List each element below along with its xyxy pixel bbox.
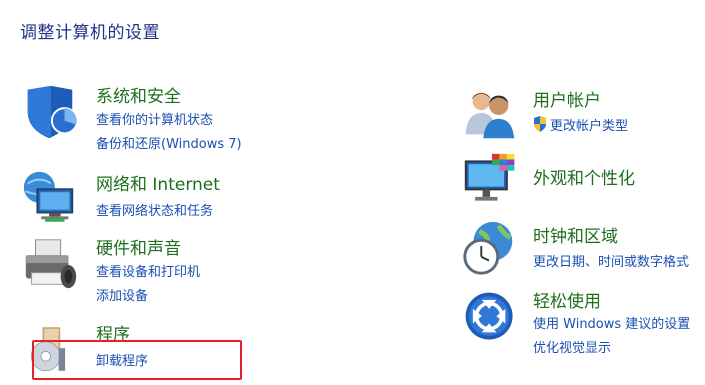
link-backup-restore[interactable]: 备份和还原(Windows 7): [96, 133, 242, 152]
category-title-ease-of-access[interactable]: 轻松使用: [533, 287, 601, 312]
highlight-box: [32, 340, 242, 380]
category-title-system-security[interactable]: 系统和安全: [96, 82, 181, 107]
category-hardware-sound: 硬件和声音 查看设备和打印机 添加设备: [20, 232, 270, 304]
category-title-user-accounts[interactable]: 用户帐户: [533, 86, 601, 111]
link-change-account-type[interactable]: 更改帐户类型: [533, 115, 628, 134]
security-shield-icon: [27, 85, 79, 139]
ease-of-access-icon: [465, 292, 513, 340]
printer-icon: [25, 239, 77, 289]
category-title-hardware[interactable]: 硬件和声音: [96, 234, 181, 259]
link-view-computer-status[interactable]: 查看你的计算机状态: [96, 109, 213, 128]
category-clock-region: 时钟和区域 更改日期、时间或数字格式: [460, 218, 705, 280]
link-view-network-status[interactable]: 查看网络状态和任务: [96, 200, 213, 219]
clock-globe-icon: [463, 221, 513, 275]
category-title-appearance[interactable]: 外观和个性化: [533, 164, 635, 189]
category-appearance: 外观和个性化: [460, 150, 705, 212]
link-view-devices-printers[interactable]: 查看设备和打印机: [96, 261, 200, 280]
page-title: 调整计算机的设置: [20, 23, 160, 43]
category-title-network[interactable]: 网络和 Internet: [96, 170, 220, 195]
category-title-clock-region[interactable]: 时钟和区域: [533, 222, 618, 247]
category-network-internet: 网络和 Internet 查看网络状态和任务: [20, 168, 270, 228]
users-icon: [465, 92, 515, 139]
link-change-date-time-format[interactable]: 更改日期、时间或数字格式: [533, 251, 705, 270]
link-change-account-type-label: 更改帐户类型: [550, 119, 629, 134]
category-system-security: 系统和安全 查看你的计算机状态 备份和还原(Windows 7): [20, 80, 270, 155]
link-optimize-visual-display[interactable]: 优化视觉显示: [533, 337, 611, 356]
link-add-device[interactable]: 添加设备: [96, 285, 148, 304]
network-icon: [23, 171, 74, 222]
category-ease-of-access: 轻松使用 使用 Windows 建议的设置 优化视觉显示: [460, 285, 705, 357]
appearance-monitor-icon: [464, 153, 515, 201]
link-use-windows-suggested-settings[interactable]: 使用 Windows 建议的设置: [533, 313, 705, 332]
category-user-accounts: 用户帐户 更改帐户类型: [460, 84, 705, 144]
uac-shield-icon: [534, 116, 546, 132]
